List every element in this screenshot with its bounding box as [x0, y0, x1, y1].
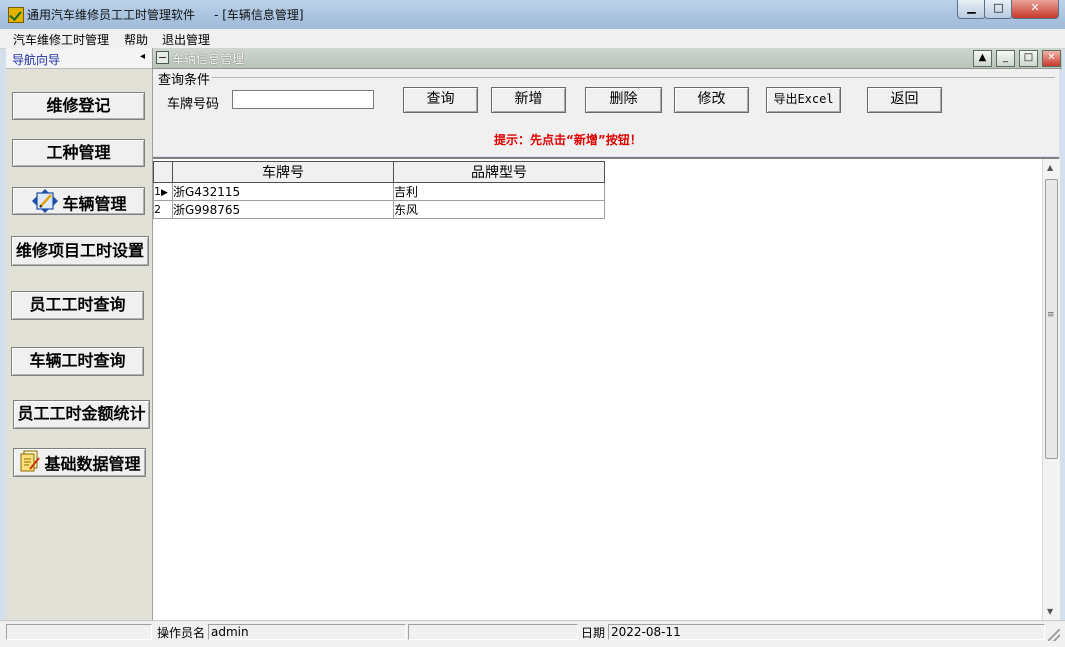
maximize-button[interactable]: □ [984, 0, 1013, 19]
nav-label: 车辆工时查询 [29, 351, 126, 370]
scroll-down-arrow-icon[interactable]: ▼ [1047, 607, 1053, 616]
window-titlebar: 通用汽车维修员工工时管理软件 - [车辆信息管理] ▁ □ ✕ [0, 0, 1065, 29]
hint-text: 提示：先点击“新增”按钮！ [494, 133, 642, 147]
vehicle-grid: 车牌号 品牌型号 1▶ 浙G432115 吉利 2 浙G998765 东风 ▲ … [153, 157, 1060, 622]
resize-grip-icon[interactable] [1048, 629, 1060, 641]
edit-button[interactable]: 修改 [674, 87, 749, 113]
add-button[interactable]: 新增 [491, 87, 566, 113]
vertical-scrollbar[interactable]: ▲ ≡ ▼ [1042, 159, 1060, 622]
date-label: 日期 [581, 626, 606, 640]
query-group-border [158, 77, 1055, 78]
scroll-grip-icon: ≡ [1047, 310, 1055, 320]
child-window-title: 车辆信息管理 [172, 52, 245, 66]
child-restore-button[interactable]: ▲ [973, 50, 992, 67]
nav-repair-registration-button[interactable]: 维修登记 [12, 92, 145, 120]
vehicle-edit-icon [30, 188, 60, 222]
nav-vehicle-hours-query-button[interactable]: 车辆工时查询 [11, 347, 144, 376]
date-value: 2022-08-11 [608, 624, 1045, 640]
window-title: 通用汽车维修员工工时管理软件 - [车辆信息管理] [27, 8, 304, 22]
row-number: 2 [154, 203, 161, 216]
search-button[interactable]: 查询 [403, 87, 478, 113]
menu-bar: 汽车维修工时管理 帮助 退出管理 [0, 29, 1065, 49]
row-header[interactable]: 1▶ [153, 182, 173, 201]
nav-label: 维修项目工时设置 [15, 241, 144, 260]
minimize-button[interactable]: ▁ [957, 0, 986, 19]
cell-brand[interactable]: 东风 [393, 200, 605, 219]
scroll-up-arrow-icon[interactable]: ▲ [1047, 163, 1053, 172]
row-number: 1 [154, 185, 161, 198]
nav-label: 车辆管理 [62, 194, 127, 214]
cell-plate[interactable]: 浙G998765 [172, 200, 394, 219]
navigation-sidebar: 导航向导 ◂ 维修登记 工种管理 车辆管理 维修项目工时设置 员工工时查询 车辆… [6, 48, 153, 620]
menu-exit[interactable]: 退出管理 [162, 31, 210, 48]
nav-label: 维修登记 [46, 96, 111, 115]
nav-label: 工种管理 [46, 143, 111, 162]
cell-brand[interactable]: 吉利 [393, 182, 605, 201]
current-row-arrow-icon: ▶ [161, 188, 168, 198]
row-header-corner [153, 161, 173, 183]
operator-value: admin [208, 624, 406, 640]
nav-job-type-button[interactable]: 工种管理 [12, 139, 145, 167]
document-stack-icon [18, 449, 42, 481]
child-minimize-button[interactable]: _ [996, 50, 1015, 67]
column-header-brand[interactable]: 品牌型号 [393, 161, 605, 183]
export-excel-button[interactable]: 导出Excel [766, 87, 841, 113]
collapse-arrow-icon[interactable]: ◂ [140, 51, 145, 62]
nav-label: 员工工时查询 [29, 295, 126, 314]
nav-base-data-button[interactable]: 基础数据管理 [13, 448, 146, 477]
child-close-button[interactable]: ✕ [1042, 50, 1061, 67]
status-bar: 操作员名 admin 日期 2022-08-11 [0, 620, 1065, 647]
menu-help[interactable]: 帮助 [124, 31, 148, 48]
vehicle-table: 车牌号 品牌型号 1▶ 浙G432115 吉利 2 浙G998765 东风 [153, 161, 605, 219]
table-row[interactable]: 2 浙G998765 东风 [153, 200, 605, 219]
plate-number-input[interactable] [232, 90, 374, 109]
back-button[interactable]: 返回 [867, 87, 942, 113]
operator-label: 操作员名 [157, 626, 206, 640]
query-group-legend: 查询条件 [158, 69, 213, 88]
child-maximize-button[interactable]: □ [1019, 50, 1038, 67]
status-field-blank [6, 624, 152, 640]
system-menu-icon[interactable] [156, 51, 169, 64]
delete-button[interactable]: 删除 [585, 87, 662, 113]
close-button[interactable]: ✕ [1011, 0, 1059, 19]
column-header-plate[interactable]: 车牌号 [172, 161, 394, 183]
query-panel: 查询条件 车牌号码 查询 新增 删除 修改 导出Excel 返回 提示：先点击“… [153, 69, 1059, 156]
nav-repair-item-hours-button[interactable]: 维修项目工时设置 [11, 236, 149, 266]
nav-employee-hours-query-button[interactable]: 员工工时查询 [11, 291, 144, 320]
cell-plate[interactable]: 浙G432115 [172, 182, 394, 201]
plate-number-label: 车牌号码 [167, 97, 220, 112]
menu-repair-management[interactable]: 汽车维修工时管理 [13, 31, 109, 48]
sidebar-header: 导航向导 ◂ [6, 48, 152, 69]
sidebar-title: 导航向导 [12, 53, 61, 67]
table-header-row: 车牌号 品牌型号 [153, 161, 605, 183]
nav-label: 基础数据管理 [44, 454, 141, 474]
scrollbar-thumb[interactable]: ≡ [1045, 179, 1058, 459]
child-window-titlebar: 车辆信息管理 ▲ _ □ ✕ [153, 48, 1062, 69]
status-field-blank-2 [408, 624, 578, 640]
row-header[interactable]: 2 [153, 200, 173, 219]
table-row[interactable]: 1▶ 浙G432115 吉利 [153, 182, 605, 201]
nav-employee-hours-amount-button[interactable]: 员工工时金额统计 [13, 400, 150, 429]
app-icon [8, 7, 24, 23]
nav-label: 员工工时金额统计 [17, 404, 146, 423]
nav-vehicle-management-button[interactable]: 车辆管理 [12, 187, 145, 215]
